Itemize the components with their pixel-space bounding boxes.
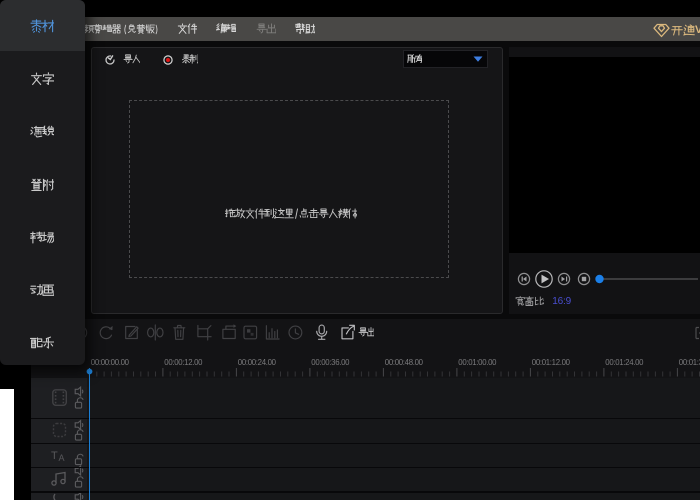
svg-text:A: A [59, 453, 65, 463]
svg-text:T: T [51, 450, 58, 462]
